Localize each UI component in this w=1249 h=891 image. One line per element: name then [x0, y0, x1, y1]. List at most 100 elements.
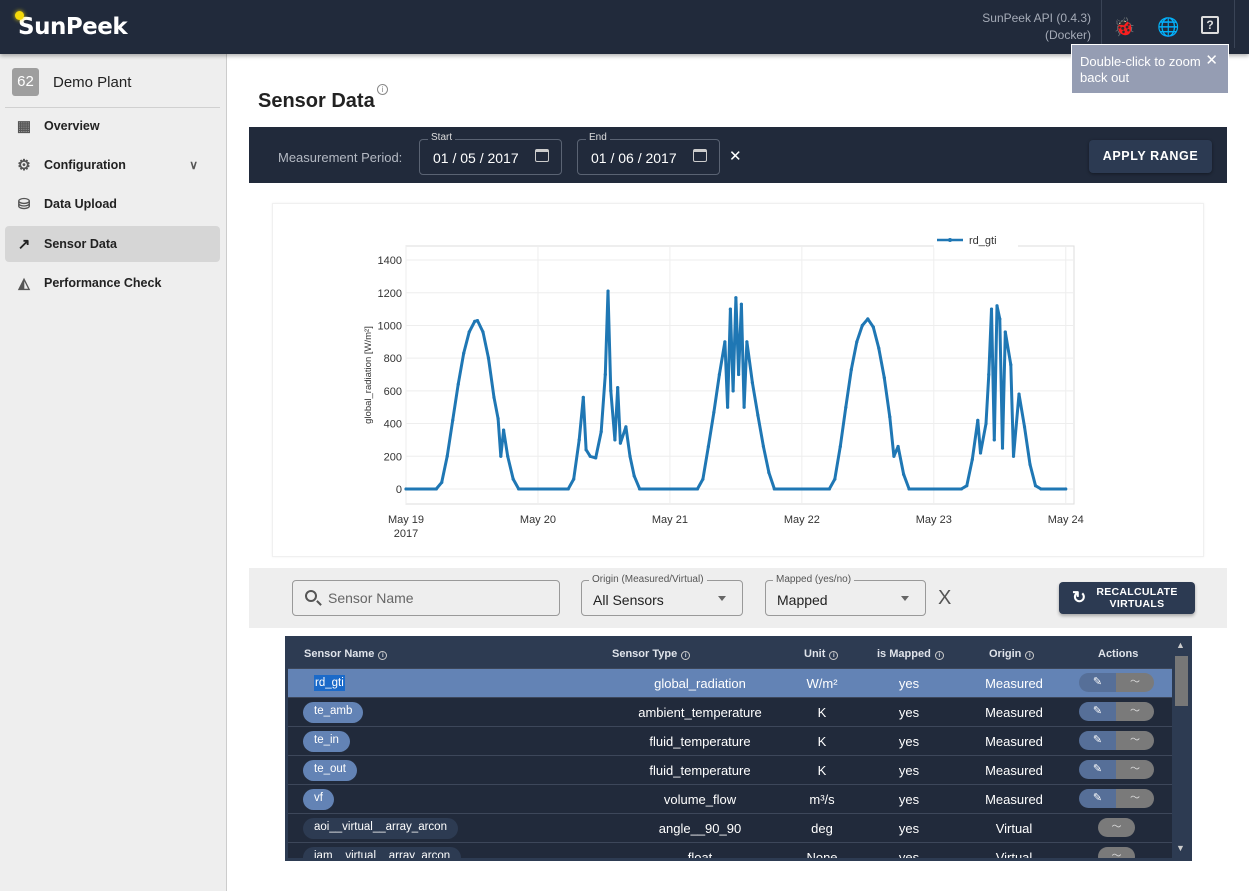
table-row[interactable]: aoi__virtual__array_arcon angle__90_90 deg… [288, 813, 1172, 842]
data-point [467, 330, 471, 334]
header-origin[interactable]: Origin i [989, 648, 1035, 660]
table-row[interactable]: te_amb ambient_temperature Kyes Measured ✎ 〜 [288, 697, 1172, 726]
x-tick-sublabel: 2017 [394, 528, 418, 540]
close-icon[interactable]: ✕ [1205, 53, 1218, 69]
sidebar-item-sensor-data[interactable]: ↗ Sensor Data [5, 226, 220, 262]
calendar-icon[interactable] [535, 149, 549, 162]
plant-name[interactable]: Demo Plant [53, 74, 131, 91]
sensor-unit: W/m² [806, 676, 838, 691]
sensor-name-chip[interactable]: te_out [303, 760, 357, 781]
bug-icon[interactable]: 🐞 [1113, 16, 1135, 38]
header-unit[interactable]: Unit i [804, 648, 839, 660]
mapped-select[interactable]: Mapped (yes/no) Mapped [765, 574, 926, 616]
sidebar-item-data-upload[interactable]: ⛁ Data Upload [5, 186, 220, 222]
table-row[interactable]: te_in fluid_temperature Kyes Measured ✎ 〜 [288, 726, 1172, 755]
logo[interactable]: SunPeek [15, 11, 128, 40]
data-point [606, 289, 610, 293]
info-icon[interactable]: i [934, 651, 944, 660]
scrollbar[interactable]: ▲ ▼ [1172, 636, 1189, 858]
sensor-name-chip[interactable]: te_amb [303, 702, 364, 723]
data-point [1033, 484, 1038, 488]
sensor-origin: Measured [985, 676, 1043, 691]
sidebar-item-configuration[interactable]: ⚙ Configuration ∨ [5, 147, 220, 183]
table-row[interactable]: vf volume_flow m³/s yes Measured ✎ 〜 [288, 784, 1172, 813]
plant-id-badge: 62 [12, 68, 39, 96]
api-version: SunPeek API (0.4.3) (Docker) [982, 10, 1091, 44]
mapped-label: Mapped (yes/no) [773, 574, 855, 585]
x-tick-label: May 23 [916, 514, 952, 526]
plot-button[interactable]: 〜 [1116, 702, 1154, 721]
sensor-origin: Measured [985, 734, 1043, 749]
table-row[interactable]: iam__virtual__array_arcon float None yes Vir… [288, 842, 1172, 858]
data-point [445, 454, 449, 458]
sensor-name-chip[interactable]: te_in [303, 731, 350, 752]
origin-select[interactable]: Origin (Measured/Virtual) All Sensors [581, 574, 743, 616]
data-point [1009, 363, 1013, 367]
data-point [984, 421, 988, 426]
sensor-type: ambient_temperature [638, 705, 762, 720]
scroll-thumb[interactable] [1175, 656, 1188, 706]
header-is-mapped[interactable]: is Mapped i [877, 648, 944, 660]
sidebar-item-performance-check[interactable]: ◭ Performance Check [5, 265, 220, 301]
edit-button[interactable]: ✎ [1079, 731, 1116, 750]
data-point [517, 487, 521, 491]
info-icon[interactable]: i [1025, 651, 1035, 660]
help-icon[interactable]: ? [1201, 16, 1219, 34]
sensor-name-chip[interactable]: vf [303, 789, 334, 810]
y-tick-label: 800 [384, 353, 402, 365]
sensor-chart[interactable]: 0 200 400 600 800 1000 1200 1400 May 19 2017 May 2… [273, 204, 1205, 558]
plot-button[interactable]: 〜 [1116, 731, 1154, 750]
sensor-origin: Measured [985, 792, 1043, 807]
data-point [451, 418, 455, 422]
sensor-name-chip[interactable]: rd_gti [314, 675, 345, 691]
data-point [742, 405, 746, 409]
plot-button[interactable]: 〜 [1116, 789, 1154, 808]
chevron-down-icon[interactable]: ∨ [189, 158, 198, 172]
data-point [901, 472, 906, 476]
clear-filters-button[interactable]: X [938, 587, 951, 610]
x-tick-label: May 20 [520, 514, 556, 526]
scroll-down-icon[interactable]: ▼ [1176, 843, 1185, 853]
chart-card[interactable]: 0 200 400 600 800 1000 1200 1400 May 19 2017 May 2… [272, 203, 1204, 557]
header-sensor-name[interactable]: Sensor Name i [304, 648, 388, 660]
info-icon[interactable]: i [681, 651, 691, 660]
header-sensor-type[interactable]: Sensor Type i [612, 648, 691, 660]
end-date-input[interactable]: End 01 / 06 / 2017 [577, 132, 720, 175]
edit-button[interactable]: ✎ [1079, 702, 1116, 721]
data-point [632, 474, 636, 478]
start-date-value: 01 / 05 / 2017 [433, 150, 519, 166]
globe-icon[interactable]: 🌐 [1157, 16, 1179, 38]
sidebar-item-overview[interactable]: ▦ Overview [5, 108, 220, 144]
period-label: Measurement Period: [278, 150, 403, 165]
data-point [728, 307, 732, 311]
y-axis-label: global_radiation [W/m²] [363, 326, 374, 424]
edit-button[interactable]: ✎ [1079, 673, 1116, 692]
recalculate-virtuals-button[interactable]: ↻ RECALCULATE VIRTUALS [1059, 582, 1195, 614]
info-icon[interactable]: i [829, 651, 839, 660]
plot-button[interactable]: 〜 [1116, 673, 1154, 692]
table-row[interactable]: te_out fluid_temperature Kyes Measured ✎ 〜 [288, 755, 1172, 784]
data-point [712, 410, 716, 414]
data-point [618, 441, 623, 445]
clear-dates-button[interactable]: ✕ [729, 147, 742, 165]
plot-button[interactable]: 〜 [1098, 818, 1135, 837]
data-point [473, 319, 477, 323]
plot-button[interactable]: 〜 [1098, 847, 1135, 858]
data-point [584, 448, 588, 452]
edit-button[interactable]: ✎ [1079, 760, 1116, 779]
data-point [892, 454, 896, 458]
sensor-name-chip[interactable]: iam__virtual__array_arcon [303, 847, 462, 858]
calendar-icon[interactable] [693, 149, 707, 162]
sensor-name-chip[interactable]: aoi__virtual__array_arcon [303, 818, 458, 839]
sensor-search-input[interactable]: Sensor Name [292, 580, 560, 616]
table-row[interactable]: rd_gti global_radiation W/m² yes Measured ✎ 〜 [288, 668, 1172, 697]
logo-text: SunPeek [18, 14, 128, 40]
edit-button[interactable]: ✎ [1079, 789, 1116, 808]
info-icon[interactable]: i [377, 84, 388, 95]
actions: 〜 [1098, 847, 1135, 858]
scroll-up-icon[interactable]: ▲ [1176, 640, 1185, 650]
start-date-input[interactable]: Start 01 / 05 / 2017 [419, 132, 562, 175]
plot-button[interactable]: 〜 [1116, 760, 1154, 779]
apply-range-button[interactable]: APPLY RANGE [1089, 140, 1212, 173]
info-icon[interactable]: i [378, 651, 388, 660]
